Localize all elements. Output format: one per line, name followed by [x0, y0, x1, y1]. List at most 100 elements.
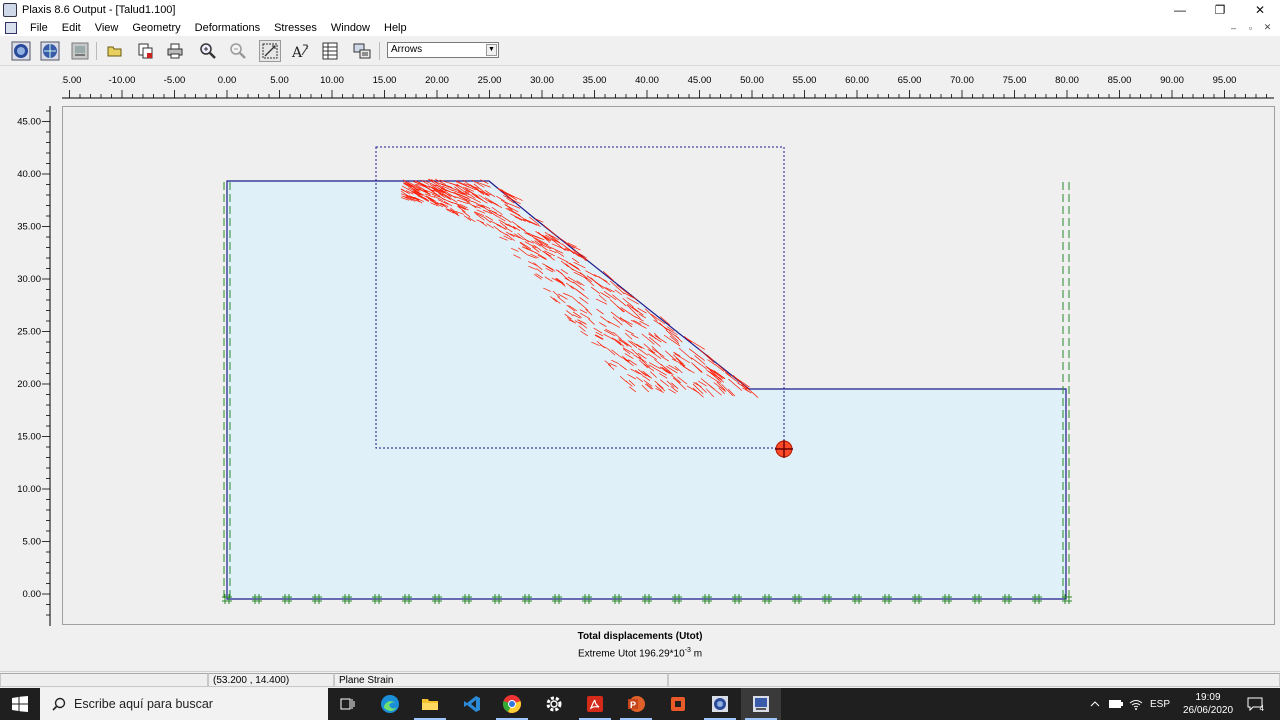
- display-mode-select[interactable]: Arrows ▼: [387, 42, 499, 58]
- vertical-ruler: 45.00 40.00 35.00 30.00 25.00 20.00 15.00 10.00…: [17, 106, 51, 626]
- drawing-area[interactable]: [62, 106, 1275, 625]
- vscode-icon[interactable]: [452, 688, 492, 720]
- x-axis-tick-label: 80.00: [1055, 75, 1079, 86]
- svg-text:A: A: [291, 45, 303, 61]
- status-coordinates: (53.200 , 14.400): [208, 673, 334, 687]
- settings-icon[interactable]: [534, 688, 574, 720]
- status-cell-empty: [668, 673, 1280, 687]
- menu-geometry[interactable]: Geometry: [125, 22, 187, 34]
- vertical-fixity-marker: [1062, 206, 1070, 214]
- image-icon[interactable]: [69, 40, 91, 62]
- copy-icon[interactable]: [134, 40, 156, 62]
- clock-time: 19:09: [1195, 692, 1221, 703]
- toolbar: A: [0, 36, 1280, 66]
- y-axis-tick-label: 0.00: [23, 589, 42, 600]
- y-axis-tick-label: 35.00: [17, 222, 41, 233]
- vertical-fixity-marker: [1062, 278, 1070, 286]
- vertical-fixity-marker: [1062, 302, 1070, 310]
- chevron-down-icon[interactable]: ▼: [486, 44, 497, 56]
- status-analysis-mode: Plane Strain: [334, 673, 668, 687]
- y-axis-tick-label: 5.00: [23, 537, 42, 548]
- toolbar-separator: [96, 42, 97, 60]
- menu-bar: File Edit View Geometry Deformations Str…: [0, 19, 1280, 36]
- x-axis-tick-label: 60.00: [845, 75, 869, 86]
- task-view-icon[interactable]: [328, 688, 368, 720]
- plaxis-app-icon[interactable]: [3, 2, 17, 17]
- mdi-restore-button[interactable]: ▫: [1242, 23, 1259, 33]
- taskbar: Escribe aquí para buscar P ESP 19:09 26/…: [0, 688, 1280, 720]
- plaxis-output-icon[interactable]: [741, 688, 781, 720]
- notifications-icon[interactable]: 4: [1240, 688, 1270, 720]
- taskbar-search[interactable]: Escribe aquí para buscar: [40, 688, 328, 720]
- globe-icon[interactable]: [39, 40, 61, 62]
- vertical-fixity-marker: [1062, 338, 1070, 346]
- menu-file[interactable]: File: [23, 22, 55, 34]
- vertical-fixity-marker: [1062, 230, 1070, 238]
- menu-view[interactable]: View: [88, 22, 126, 34]
- search-placeholder: Escribe aquí para buscar: [74, 697, 213, 711]
- display-icon[interactable]: [351, 40, 373, 62]
- vertical-fixity-marker: [1062, 182, 1070, 190]
- input-language[interactable]: ESP: [1148, 688, 1172, 720]
- title-bar: Plaxis 8.6 Output - [Talud1.100] — ❐ ✕: [0, 0, 1280, 19]
- vertical-fixity-marker: [1062, 362, 1070, 370]
- edge-icon[interactable]: [370, 688, 410, 720]
- window-title: Plaxis 8.6 Output - [Talud1.100]: [22, 3, 176, 16]
- notification-count: 4: [1259, 704, 1264, 713]
- y-axis-tick-label: 15.00: [17, 432, 41, 443]
- y-axis-tick-label: 10.00: [17, 484, 41, 495]
- text-icon[interactable]: A: [289, 40, 311, 62]
- select-icon[interactable]: [259, 40, 281, 62]
- acrobat-icon[interactable]: [575, 688, 615, 720]
- powerpoint-icon[interactable]: P: [616, 688, 656, 720]
- taskbar-clock[interactable]: 19:09 26/06/2020: [1182, 691, 1234, 717]
- close-button[interactable]: ✕: [1240, 0, 1280, 19]
- x-axis-tick-label: -10.00: [109, 75, 136, 86]
- x-axis-tick-label: 25.00: [478, 75, 502, 86]
- x-axis-tick-label: 10.00: [320, 75, 344, 86]
- x-axis-tick-label: 35.00: [583, 75, 607, 86]
- chevron-up-icon[interactable]: [1086, 688, 1104, 720]
- menu-stresses[interactable]: Stresses: [267, 22, 324, 34]
- toolbar-separator: [379, 42, 380, 60]
- menu-deformations[interactable]: Deformations: [188, 22, 267, 34]
- x-axis-tick-label: 30.00: [530, 75, 554, 86]
- plot-subtitle: Extreme Utot 196.29*10-3 m: [0, 647, 1280, 659]
- vertical-fixity-marker: [1062, 374, 1070, 382]
- document-icon[interactable]: [5, 21, 17, 34]
- mdi-minimize-button[interactable]: –: [1225, 23, 1242, 33]
- print-icon[interactable]: [164, 40, 186, 62]
- file-explorer-icon[interactable]: [410, 688, 450, 720]
- y-axis-tick-label: 40.00: [17, 169, 41, 180]
- status-bar: (53.200 , 14.400) Plane Strain: [0, 671, 1280, 688]
- mdi-close-button[interactable]: ✕: [1259, 22, 1276, 33]
- menu-edit[interactable]: Edit: [55, 22, 88, 34]
- zoom-in-icon[interactable]: [197, 40, 219, 62]
- restore-button[interactable]: ❐: [1200, 0, 1240, 19]
- zoom-out-icon[interactable]: [227, 40, 249, 62]
- battery-icon[interactable]: [1106, 688, 1126, 720]
- y-axis-tick-label: 25.00: [17, 327, 41, 338]
- globe-icon[interactable]: [10, 40, 32, 62]
- menu-help[interactable]: Help: [377, 22, 414, 34]
- minimize-button[interactable]: —: [1160, 0, 1200, 19]
- extreme-utot-value: Extreme Utot 196.29*10: [577, 648, 685, 660]
- plaxis-input-icon[interactable]: [700, 688, 740, 720]
- open-icon[interactable]: [104, 40, 126, 62]
- vertical-fixity-marker: [1062, 350, 1070, 358]
- windows-start-button[interactable]: [0, 688, 40, 720]
- vertical-fixity-marker: [1062, 326, 1070, 334]
- x-axis-tick-label: 50.00: [740, 75, 764, 86]
- x-axis-tick-label: 40.00: [635, 75, 659, 86]
- wifi-icon[interactable]: [1126, 688, 1146, 720]
- x-axis-tick-label: 85.00: [1108, 75, 1132, 86]
- vertical-fixity-marker: [1062, 194, 1070, 202]
- menu-window[interactable]: Window: [324, 22, 377, 34]
- vertical-fixity-marker: [1062, 314, 1070, 322]
- geometry-plot[interactable]: [63, 107, 1274, 624]
- office-icon[interactable]: [658, 688, 698, 720]
- table-icon[interactable]: [319, 40, 341, 62]
- vertical-fixity-marker: [1062, 218, 1070, 226]
- extreme-utot-unit: m: [690, 648, 703, 660]
- chrome-icon[interactable]: [492, 688, 532, 720]
